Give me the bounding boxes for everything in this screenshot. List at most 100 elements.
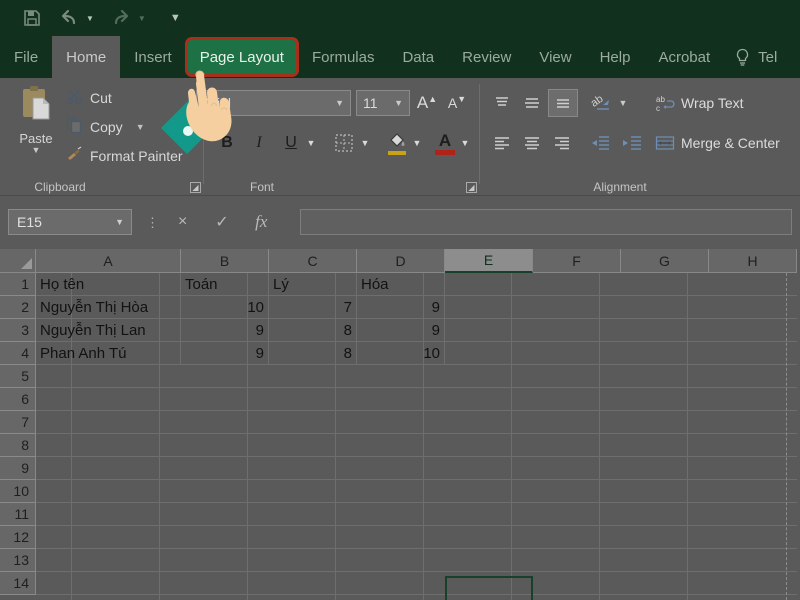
row-header-12[interactable]: 12 <box>0 526 36 549</box>
format-painter-button[interactable]: Format Painter <box>66 146 183 166</box>
row-header-3[interactable]: 3 <box>0 319 36 342</box>
wrap-text-button[interactable]: ab c Wrap Text <box>655 90 744 116</box>
column-header-E[interactable]: E <box>445 249 533 273</box>
decrease-font-size-button[interactable]: A ▼ <box>444 90 470 116</box>
cell-C2[interactable]: 7 <box>269 296 357 319</box>
decrease-indent-button[interactable] <box>586 130 614 156</box>
cell-C4[interactable]: 8 <box>269 342 357 365</box>
cell-C1[interactable]: Lý <box>269 273 357 296</box>
column-header-A[interactable]: A <box>36 249 181 273</box>
align-left-button[interactable] <box>488 130 516 156</box>
spreadsheet-grid[interactable]: A B C D E F G H 1 2 3 4 5 6 7 8 9 10 11 … <box>0 249 800 600</box>
copy-button[interactable]: Copy ▼ <box>66 117 145 137</box>
cell-B2[interactable]: 10 <box>181 296 269 319</box>
row-header-4[interactable]: 4 <box>0 342 36 365</box>
row-header-11[interactable]: 11 <box>0 503 36 526</box>
cell-B1[interactable]: Toán <box>181 273 269 296</box>
tab-page-layout[interactable]: Page Layout <box>187 40 296 74</box>
font-color-dropdown-icon[interactable]: ▼ <box>458 130 472 156</box>
font-size-dropdown-icon[interactable]: ▼ <box>394 98 409 108</box>
tab-view[interactable]: View <box>525 36 585 78</box>
redo-dropdown-icon[interactable]: ▼ <box>138 14 146 23</box>
cut-button[interactable]: Cut <box>66 88 112 108</box>
column-header-G[interactable]: G <box>621 249 709 273</box>
font-size-input[interactable]: 11 ▼ <box>356 90 410 116</box>
tab-home[interactable]: Home <box>52 36 121 78</box>
align-top-button[interactable] <box>488 90 516 116</box>
active-cell-E15[interactable] <box>445 576 533 600</box>
cell-D1[interactable]: Hóa <box>357 273 445 296</box>
name-box-dropdown-icon[interactable]: ▼ <box>115 217 131 227</box>
fill-color-button[interactable] <box>384 128 410 158</box>
bold-button[interactable]: B <box>214 130 240 156</box>
underline-dropdown-icon[interactable]: ▼ <box>304 130 318 156</box>
borders-dropdown-icon[interactable]: ▼ <box>358 130 372 156</box>
select-all-button[interactable] <box>0 249 36 273</box>
formula-input[interactable] <box>300 209 792 235</box>
font-name-input[interactable]: Arial ▼ <box>196 90 351 116</box>
column-header-C[interactable]: C <box>269 249 357 273</box>
cell-B4[interactable]: 9 <box>181 342 269 365</box>
orientation-button[interactable]: ab <box>588 90 616 116</box>
row-header-1[interactable]: 1 <box>0 273 36 296</box>
save-icon[interactable] <box>22 8 42 28</box>
cell-D2[interactable]: 9 <box>357 296 445 319</box>
cell-C3[interactable]: 8 <box>269 319 357 342</box>
cell-A1[interactable]: Họ tên <box>36 273 181 296</box>
row-header-13[interactable]: 13 <box>0 549 36 572</box>
cell-A2[interactable]: Nguyễn Thị Hòa <box>36 296 181 319</box>
align-right-button[interactable] <box>548 130 576 156</box>
row-header-14-label: 14 <box>13 575 29 591</box>
row-header-6[interactable]: 6 <box>0 388 36 411</box>
cell-A3[interactable]: Nguyễn Thị Lan <box>36 319 181 342</box>
increase-font-size-button[interactable]: A ▲ <box>414 90 440 116</box>
confirm-formula-button[interactable]: ✓ <box>202 209 241 235</box>
tab-file[interactable]: File <box>0 36 52 78</box>
undo-dropdown-icon[interactable]: ▼ <box>86 14 94 23</box>
formula-bar-grip[interactable]: ⋮ <box>146 215 159 231</box>
redo-icon[interactable] <box>110 8 130 28</box>
row-header-9[interactable]: 9 <box>0 457 36 480</box>
tab-acrobat[interactable]: Acrobat <box>644 36 724 78</box>
underline-button[interactable]: U <box>278 130 304 156</box>
row-header-14[interactable]: 14 <box>0 572 36 595</box>
align-center-button[interactable] <box>518 130 546 156</box>
orientation-dropdown-icon[interactable]: ▼ <box>616 90 630 116</box>
align-middle-button[interactable] <box>518 90 546 116</box>
fill-color-dropdown-icon[interactable]: ▼ <box>410 130 424 156</box>
tab-insert[interactable]: Insert <box>120 36 186 78</box>
cell-B3[interactable]: 9 <box>181 319 269 342</box>
cell-D3[interactable]: 9 <box>357 319 445 342</box>
tab-review[interactable]: Review <box>448 36 525 78</box>
name-box[interactable]: E15 ▼ <box>8 209 132 235</box>
merge-center-button[interactable]: Merge & Center <box>655 130 780 156</box>
row-header-2[interactable]: 2 <box>0 296 36 319</box>
paste-button[interactable]: Paste ▼ <box>10 84 62 155</box>
increase-indent-button[interactable] <box>618 130 646 156</box>
tab-data[interactable]: Data <box>388 36 448 78</box>
column-header-B[interactable]: B <box>181 249 269 273</box>
column-header-H[interactable]: H <box>709 249 797 273</box>
font-color-button[interactable]: A <box>432 128 458 158</box>
cell-A4[interactable]: Phan Anh Tú <box>36 342 181 365</box>
italic-button[interactable]: I <box>246 130 272 156</box>
row-header-7[interactable]: 7 <box>0 411 36 434</box>
tab-help[interactable]: Help <box>586 36 645 78</box>
row-header-5[interactable]: 5 <box>0 365 36 388</box>
copy-dropdown-icon[interactable]: ▼ <box>136 122 145 132</box>
customize-qat-icon[interactable]: ▼ <box>170 12 181 24</box>
borders-button[interactable] <box>330 130 358 156</box>
tell-me-search[interactable]: Tel <box>724 36 787 78</box>
insert-function-button[interactable]: fx <box>242 209 281 235</box>
undo-icon[interactable] <box>58 8 78 28</box>
align-bottom-button[interactable] <box>548 89 578 117</box>
tab-formulas[interactable]: Formulas <box>298 36 389 78</box>
cancel-formula-button[interactable]: × <box>163 209 202 235</box>
cell-D4[interactable]: 10 <box>357 342 445 365</box>
font-name-dropdown-icon[interactable]: ▼ <box>335 98 350 108</box>
column-header-F[interactable]: F <box>533 249 621 273</box>
paste-dropdown-icon[interactable]: ▼ <box>10 145 62 155</box>
column-header-D[interactable]: D <box>357 249 445 273</box>
row-header-8[interactable]: 8 <box>0 434 36 457</box>
row-header-10[interactable]: 10 <box>0 480 36 503</box>
